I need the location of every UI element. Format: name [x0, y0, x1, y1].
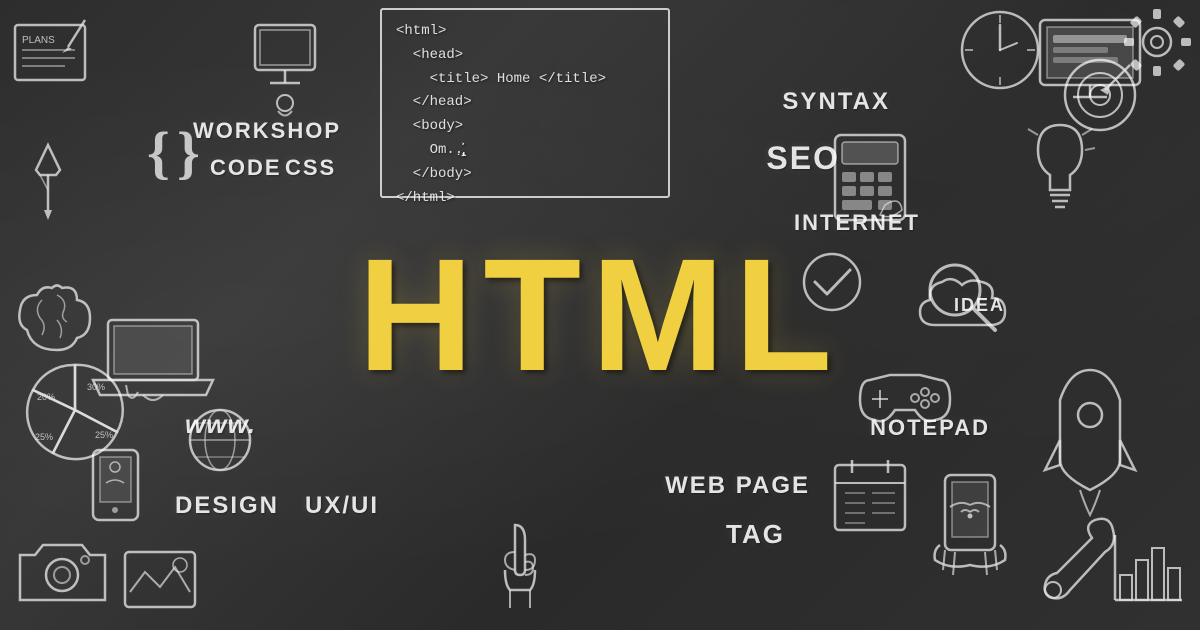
calendar-icon: [830, 455, 910, 535]
html-main-title: HTML: [358, 235, 842, 395]
svg-text:25%: 25%: [95, 430, 113, 440]
mobile-icon: [88, 445, 143, 525]
svg-text:PLANS: PLANS: [22, 35, 55, 46]
design-label: DESIGN: [175, 492, 279, 520]
camera-icon: [15, 530, 110, 610]
target-icon: [1060, 55, 1140, 135]
syntax-label: SYNTAX: [782, 88, 890, 116]
checkmark-icon: [800, 250, 865, 315]
code-content: <html> <head> <title> Home </title> </he…: [396, 20, 654, 210]
clock-icon: [955, 5, 1045, 95]
hand-phone-icon: [925, 470, 1015, 580]
finger-pointing-icon: [490, 520, 550, 610]
css-label: CSS: [285, 155, 336, 181]
svg-text:20%: 20%: [37, 392, 55, 402]
photo-icon: [120, 547, 200, 612]
person-writing-icon: PLANS: [10, 5, 140, 105]
webpage-label: WEB PAGE: [665, 472, 810, 500]
tag-label: TAG: [726, 519, 785, 550]
svg-text:}: }: [177, 120, 200, 185]
svg-text:30%: 30%: [87, 382, 105, 392]
person-at-computer-icon: [220, 15, 350, 125]
seo-label: SEO: [766, 140, 840, 177]
svg-text:{: {: [147, 120, 170, 185]
curly-braces-close-icon: }: [175, 120, 230, 190]
svg-text:25%: 25%: [35, 432, 53, 442]
rocket-icon: [1040, 360, 1140, 520]
chalkboard-background: HTML <html> <head> <title> Home </title>…: [0, 0, 1200, 630]
html-code-block: <html> <head> <title> Home </title> </he…: [380, 8, 670, 198]
game-controller-icon: [855, 360, 955, 430]
pen-nib-icon: [18, 140, 78, 230]
idea-cloud-icon: [910, 270, 1040, 345]
globe-icon: [185, 405, 255, 475]
bar-chart-icon: [1110, 530, 1185, 610]
calculator-icon: [830, 130, 910, 225]
uxui-label: UX/UI: [305, 492, 379, 520]
